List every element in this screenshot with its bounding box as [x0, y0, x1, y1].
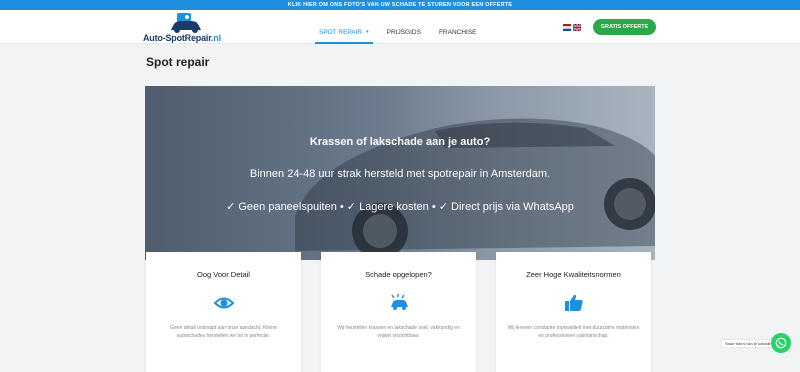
free-quote-button[interactable]: GRATIS OFFERTE	[593, 19, 656, 35]
dutch-flag-icon[interactable]	[563, 24, 571, 31]
card-text: Wij leveren constante topkwaliteit met d…	[507, 325, 640, 339]
nav-item-prijsgids[interactable]: PRIJSGIDS	[386, 20, 422, 44]
card-title: Zeer Hoge Kwaliteitsnormen	[526, 270, 621, 279]
hero-banner: Krassen of lakschade aan je auto? Binnen…	[145, 86, 655, 260]
language-switcher	[563, 24, 581, 31]
main-nav: SPOT REPAIR ▾ PRIJSGIDS FRANCHISE	[315, 20, 494, 44]
nav-label: FRANCHISE	[438, 28, 477, 36]
logo-text-main: Auto-SpotRepair	[143, 33, 211, 43]
eye-icon	[213, 297, 235, 309]
site-logo[interactable]: Auto-SpotRepair.nl	[143, 13, 223, 43]
thumbs-up-icon	[565, 294, 583, 311]
whatsapp-label[interactable]: Stuur foto's van je schade	[722, 340, 774, 347]
logo-text: Auto-SpotRepair.nl	[143, 33, 221, 43]
card-text: Wij herstellen krassen en lakschade snel…	[337, 325, 460, 339]
cta-label: GRATIS OFFERTE	[600, 24, 649, 30]
hero-subline: Binnen 24-48 uur strak hersteld met spot…	[249, 168, 551, 180]
whatsapp-button[interactable]	[771, 333, 791, 353]
whatsapp-icon	[775, 337, 787, 349]
card-text: Geen detail ontsnapt aan onze aandacht. …	[170, 325, 277, 339]
hero-headline: Krassen of lakschade aan je auto?	[309, 136, 491, 148]
nav-item-spot-repair[interactable]: SPOT REPAIR ▾	[315, 20, 373, 44]
nav-item-franchise[interactable]: FRANCHISE	[438, 20, 478, 44]
site-header: Auto-SpotRepair.nl SPOT REPAIR ▾ PRIJSGI…	[0, 10, 800, 44]
logo-car-icon	[171, 13, 201, 33]
feature-card-detail: Oog Voor Detail Geen detail ontsnapt aan…	[146, 252, 301, 372]
card-title: Oog Voor Detail	[197, 270, 250, 279]
logo-text-tld: .nl	[211, 33, 221, 43]
promo-topbar[interactable]: KLIK HIER OM ONS FOTO'S VAN UW SCHADE TE…	[0, 0, 800, 10]
page-title: Spot repair	[146, 55, 210, 69]
promo-text[interactable]: KLIK HIER OM ONS FOTO'S VAN UW SCHADE TE…	[288, 2, 512, 8]
nav-label: PRIJSGIDS	[386, 28, 421, 36]
feature-card-quality: Zeer Hoge Kwaliteitsnormen Wij leveren c…	[496, 252, 651, 372]
nav-label: SPOT REPAIR	[319, 28, 363, 36]
car-crash-icon	[391, 294, 408, 310]
english-flag-icon[interactable]	[573, 24, 581, 31]
chevron-down-icon: ▾	[366, 29, 369, 35]
feature-card-damage: Schade opgelopen? Wij herstellen krassen…	[321, 252, 476, 372]
hero-benefits: ✓ Geen paneelspuiten • ✓ Lagere kosten •…	[226, 201, 574, 213]
card-title: Schade opgelopen?	[365, 270, 432, 279]
